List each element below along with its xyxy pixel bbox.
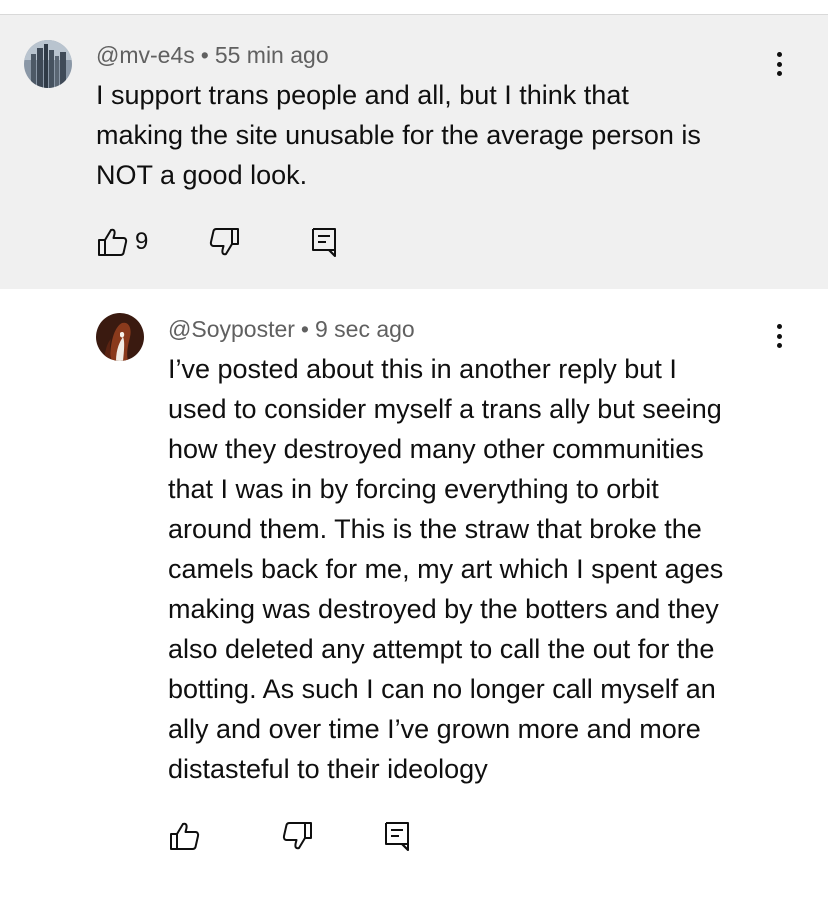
comment-line: making was destroyed by the botters and … [168, 594, 719, 624]
comment-line: making the site unusable for the average… [96, 120, 701, 150]
comment-line: that I was in by forcing everything to o… [168, 474, 659, 504]
comment-body: I support trans people and all, but I th… [96, 75, 776, 195]
dislike-button[interactable] [280, 819, 314, 853]
more-vert-icon[interactable] [769, 52, 789, 76]
thumbs-down-icon [282, 822, 312, 850]
comment-line: I support trans people and all, but I th… [96, 80, 629, 110]
top-divider [0, 0, 828, 15]
meta-separator: • [300, 316, 309, 342]
reply-comment-icon [312, 228, 336, 257]
comment-line: also deleted any attempt to call the out… [168, 634, 715, 664]
comment-highlighted: @mv-e4s • 55 min ago I support trans peopl… [0, 15, 828, 289]
like-count: 9 [135, 228, 149, 255]
like-button[interactable] [96, 225, 130, 259]
dislike-button[interactable] [207, 225, 241, 259]
author-handle[interactable]: @mv-e4s [96, 42, 195, 68]
comment-line: used to consider myself a trans ally but… [168, 394, 722, 424]
comment-meta: @Soyposter • 9 sec ago [168, 315, 415, 343]
comment-line: ally and over time I’ve grown more and m… [168, 714, 701, 744]
comment-line: distasteful to their ideology [168, 754, 488, 784]
meta-separator: • [200, 42, 209, 68]
comment-line: NOT a good look. [96, 160, 308, 190]
author-handle[interactable]: @Soyposter [168, 316, 295, 342]
thumbs-up-icon [170, 822, 200, 850]
more-vert-icon[interactable] [769, 324, 789, 348]
user-avatar[interactable] [96, 313, 144, 361]
comment-meta: @mv-e4s • 55 min ago [96, 41, 329, 69]
comment-time[interactable]: 9 sec ago [315, 316, 415, 342]
comment-line: I’ve posted about this in another reply … [168, 354, 677, 384]
comment-body: I’ve posted about this in another reply … [168, 349, 788, 789]
comment-line: botting. As such I can no longer call my… [168, 674, 716, 704]
comment-line: how they destroyed many other communitie… [168, 434, 704, 464]
comment-time[interactable]: 55 min ago [215, 42, 329, 68]
like-button[interactable] [168, 819, 202, 853]
comment-line: around them. This is the straw that brok… [168, 514, 702, 544]
comment-line: camels back for me, my art which I spent… [168, 554, 724, 584]
reply-button[interactable] [307, 225, 341, 259]
reply-comment-icon [385, 822, 409, 851]
city-skyline-avatar-icon [24, 40, 72, 88]
portrait-avatar-icon [96, 313, 144, 361]
user-avatar[interactable] [24, 40, 72, 88]
reply-button[interactable] [380, 819, 414, 853]
comment-reply: @Soyposter • 9 sec ago I’ve posted about t… [0, 289, 828, 909]
thumbs-down-icon [209, 228, 239, 256]
thumbs-up-icon [98, 228, 128, 256]
